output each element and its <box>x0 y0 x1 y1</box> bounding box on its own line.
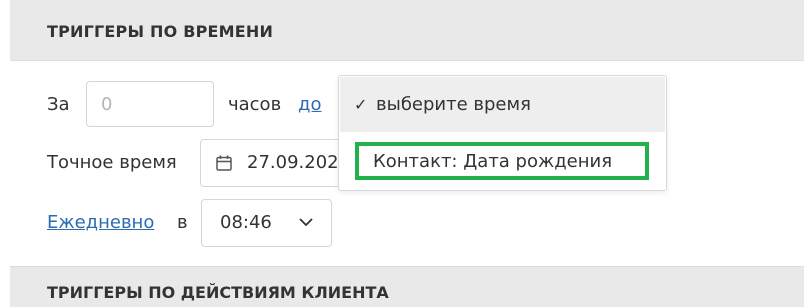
time-source-dropdown: ✓ выберите время Контакт: Дата рождения <box>338 75 667 191</box>
daily-link[interactable]: Ежедневно <box>47 212 154 233</box>
date-value: 27.09.2023 <box>247 152 351 173</box>
check-icon: ✓ <box>354 95 368 114</box>
hours-unit-label: часов <box>228 94 282 115</box>
time-triggers-panel: ТРИГГЕРЫ ПО ВРЕМЕНИ За часов до Точное в… <box>10 0 804 307</box>
section-title: ТРИГГЕРЫ ПО ДЕЙСТВИЯМ КЛИЕНТА <box>47 283 389 302</box>
time-select[interactable]: 08:46 <box>201 199 332 247</box>
time-value: 08:46 <box>220 212 272 233</box>
hours-input[interactable] <box>86 81 214 127</box>
chevron-down-icon <box>299 218 313 227</box>
calendar-icon <box>216 155 232 171</box>
dropdown-option-contact-birthday[interactable]: Контакт: Дата рождения <box>355 142 649 180</box>
offset-prefix-label: За <box>47 94 70 115</box>
daily-connector-label: в <box>177 212 188 233</box>
dropdown-option-label: выберите время <box>376 94 531 115</box>
section-header-action-triggers: ТРИГГЕРЫ ПО ДЕЙСТВИЯМ КЛИЕНТА <box>10 266 804 307</box>
section-title: ТРИГГЕРЫ ПО ВРЕМЕНИ <box>47 22 274 41</box>
section-header-time-triggers: ТРИГГЕРЫ ПО ВРЕМЕНИ <box>10 0 804 61</box>
direction-link[interactable]: до <box>298 94 321 115</box>
dropdown-option-choose-time[interactable]: ✓ выберите время <box>340 77 665 132</box>
exact-time-label: Точное время <box>47 152 177 173</box>
dropdown-option-label: Контакт: Дата рождения <box>373 151 613 172</box>
